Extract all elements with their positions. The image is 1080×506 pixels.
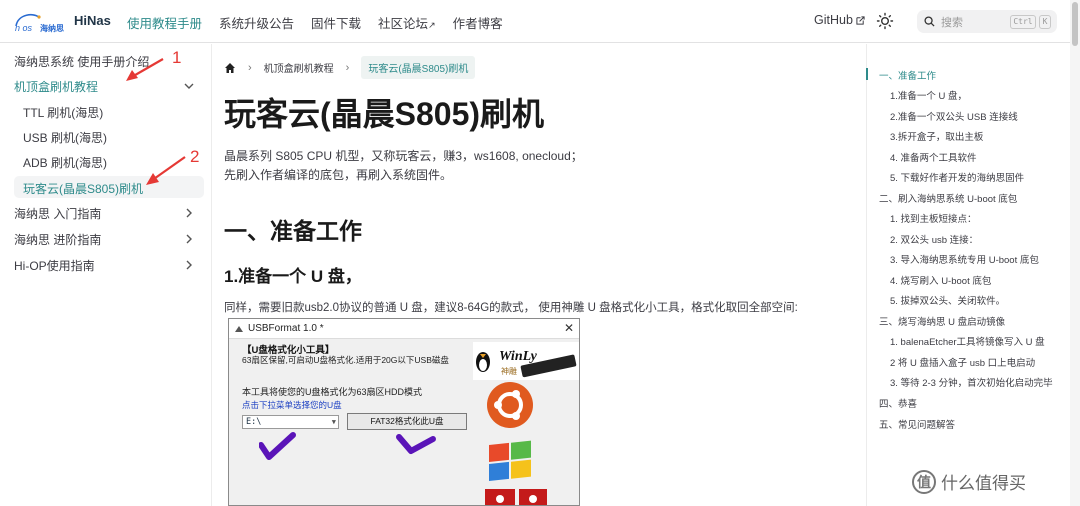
hinas-logo[interactable]: n os 海纳思 — [12, 10, 70, 34]
toc-item[interactable]: 2 将 U 盘插入盒子 usb 口上电启动 — [890, 355, 1035, 369]
winly-banner: WinLy 神雕 — [473, 342, 579, 380]
breadcrumb-separator: › — [345, 61, 350, 74]
app-icon — [235, 326, 243, 332]
search-box[interactable]: 搜索 Ctrl K — [917, 10, 1057, 33]
annotation-arrow-2 — [146, 156, 186, 185]
os-logos-icon — [485, 382, 547, 505]
annotation-arrow-1 — [126, 58, 164, 81]
sidebar-item-hiop[interactable]: Hi-OP使用指南 — [14, 257, 95, 274]
sidebar-item-onecloud[interactable]: 玩客云(晶晨S805)刷机 — [23, 180, 143, 197]
nav-link-forum-label: 社区论坛 — [378, 17, 429, 31]
logo-cn: 海纳思 — [40, 23, 64, 33]
sidebar-item-ttl[interactable]: TTL 刷机(海思) — [23, 104, 103, 121]
annotation-number-1: 1 — [172, 48, 182, 67]
brand-name[interactable]: HiNas — [74, 13, 111, 28]
watermark-text: 什么值得买 — [941, 474, 1026, 493]
usbformat-screenshot: USBFormat 1.0 * ✕ 【U盘格式化小工具】 63扇区保留,可启动U… — [228, 318, 580, 506]
sidebar-item-stb-flash[interactable]: 机顶盒刷机教程 — [14, 78, 98, 95]
sidebar-item-adb[interactable]: ADB 刷机(海思) — [23, 154, 107, 171]
external-link-icon — [856, 15, 865, 25]
search-placeholder: 搜索 — [941, 16, 963, 29]
theme-toggle-sun-icon[interactable] — [876, 12, 894, 30]
app-description: 63扇区保留,可启动U盘格式化.适用于20G以下USB磁盘 — [242, 355, 449, 365]
toc-item[interactable]: 三、烧写海纳思 U 盘启动镜像 — [879, 314, 1005, 328]
toc-item[interactable]: 5. 拔掉双公头、关闭软件。 — [890, 293, 1005, 307]
nav-link-firmware[interactable]: 固件下载 — [311, 13, 361, 32]
chevron-down-icon[interactable] — [183, 80, 195, 92]
scrollbar-thumb[interactable] — [1072, 2, 1078, 46]
app-titlebar: USBFormat 1.0 * ✕ — [229, 319, 579, 339]
kbd-k: K — [1039, 15, 1051, 29]
chevron-right-icon[interactable] — [183, 207, 195, 219]
sidebar-item-usb[interactable]: USB 刷机(海思) — [23, 129, 107, 146]
page-title: 玩客云(晶晨S805)刷机 — [224, 96, 545, 132]
toc-item[interactable]: 1. balenaEtcher工具将镜像写入 U 盘 — [890, 334, 1045, 348]
nav-link-blog[interactable]: 作者博客 — [453, 13, 503, 32]
table-of-contents: 一、准备工作 1.准备一个 U 盘， 2.准备一个双公头 USB 连接线 3.拆… — [866, 44, 1080, 506]
app-instruction: 本工具将使您的U盘格式化为63扇区HDD模式 — [242, 387, 423, 397]
format-button: FAT32格式化此U盘 — [347, 413, 467, 430]
search-icon — [924, 16, 935, 27]
app-hint: 点击下拉菜单选择您的U盘 — [242, 400, 342, 410]
annotation-number-2: 2 — [190, 147, 200, 166]
section-heading: 一、准备工作 — [224, 218, 362, 244]
breadcrumb: › 机顶盒刷机教程 › 玩客云(晶晨S805)刷机 — [224, 56, 476, 79]
intro-text: 晶晨系列 S805 CPU 机型，又称玩客云，赚3，ws1608, oneclo… — [224, 147, 583, 185]
toc-item[interactable]: 4. 烧写刷入 U-boot 底包 — [890, 273, 991, 287]
toc-item[interactable]: 1.准备一个 U 盘， — [890, 88, 967, 102]
close-icon: ✕ — [563, 321, 574, 335]
sidebar-item-advanced[interactable]: 海纳思 进阶指南 — [14, 231, 101, 248]
home-icon[interactable] — [224, 62, 236, 74]
chevron-right-icon[interactable] — [183, 233, 195, 245]
nav-link-upgrade[interactable]: 系统升级公告 — [219, 13, 294, 32]
toc-item[interactable]: 2. 双公头 usb 连接： — [890, 232, 978, 246]
toc-item[interactable]: 一、准备工作 — [879, 68, 936, 82]
toc-item[interactable]: 3. 等待 2-3 分钟，首次初始化启动完毕 — [890, 375, 1053, 389]
nav-links: 使用教程手册 系统升级公告 固件下载 社区论坛↗ 作者博客 — [127, 13, 503, 32]
intro-line: 先刷入作者编译的底包，再刷入系统固件。 — [224, 168, 453, 182]
toc-item[interactable]: 3. 导入海纳思系统专用 U-boot 底包 — [890, 252, 1039, 266]
toc-item[interactable]: 1. 找到主板短接点： — [890, 211, 977, 225]
external-link-icon: ↗ — [428, 20, 436, 30]
main-content: › 机顶盒刷机教程 › 玩客云(晶晨S805)刷机 玩客云(晶晨S805)刷机 … — [224, 44, 864, 506]
github-label: GitHub — [814, 13, 853, 27]
nav-link-forum[interactable]: 社区论坛↗ — [378, 13, 436, 32]
toc-item[interactable]: 2.准备一个双公头 USB 连接线 — [890, 109, 1018, 123]
intro-line: 晶晨系列 S805 CPU 机型，又称玩客云，赚3，ws1608, oneclo… — [224, 149, 583, 163]
logo-text: n os — [15, 23, 33, 33]
top-navbar: n os 海纳思 HiNas 使用教程手册 系统升级公告 固件下载 社区论坛↗ … — [0, 0, 1080, 43]
winly-brand: WinLy — [499, 349, 538, 364]
sidebar-item-getting-started[interactable]: 海纳思 入门指南 — [14, 205, 101, 222]
nav-link-manual[interactable]: 使用教程手册 — [127, 13, 202, 32]
toc-item[interactable]: 二、刷入海纳思系统 U-boot 底包 — [879, 191, 1017, 205]
checkmark-icons — [259, 432, 436, 460]
app-window-title: USBFormat 1.0 * — [248, 323, 324, 334]
kbd-ctrl: Ctrl — [1010, 15, 1036, 29]
toc-active-marker — [866, 68, 868, 80]
breadcrumb-current: 玩客云(晶晨S805)刷机 — [361, 56, 476, 79]
drive-select: E:\ ▼ — [242, 415, 339, 429]
drive-value: E:\ — [246, 417, 262, 427]
toc-item[interactable]: 五、常见问题解答 — [879, 417, 955, 431]
winly-brand-cn: 神雕 — [501, 366, 517, 376]
toc-item[interactable]: 3.拆开盒子，取出主板 — [890, 129, 983, 143]
toc-item[interactable]: 5. 下载好作者开发的海纳思固件 — [890, 170, 1024, 184]
nav-link-github[interactable]: GitHub — [814, 13, 865, 27]
subsection-heading: 1.准备一个 U 盘， — [224, 267, 362, 286]
sidebar: 海纳思系统 使用手册介绍 机顶盒刷机教程 TTL 刷机(海思) USB 刷机(海… — [0, 44, 212, 506]
dropdown-arrow-icon: ▼ — [331, 418, 336, 426]
watermark-logo: 值 — [912, 469, 936, 494]
toc-item[interactable]: 4. 准备两个工具软件 — [890, 150, 977, 164]
toc-item[interactable]: 四、恭喜 — [879, 396, 917, 410]
paragraph: 同样，需要旧款usb2.0协议的普通 U 盘，建议8-64G的款式， 使用神雕 … — [224, 302, 798, 314]
breadcrumb-separator: › — [248, 61, 252, 74]
watermark: 值 什么值得买 — [912, 469, 1026, 494]
chevron-right-icon[interactable] — [183, 259, 195, 271]
breadcrumb-item[interactable]: 机顶盒刷机教程 — [264, 60, 334, 75]
